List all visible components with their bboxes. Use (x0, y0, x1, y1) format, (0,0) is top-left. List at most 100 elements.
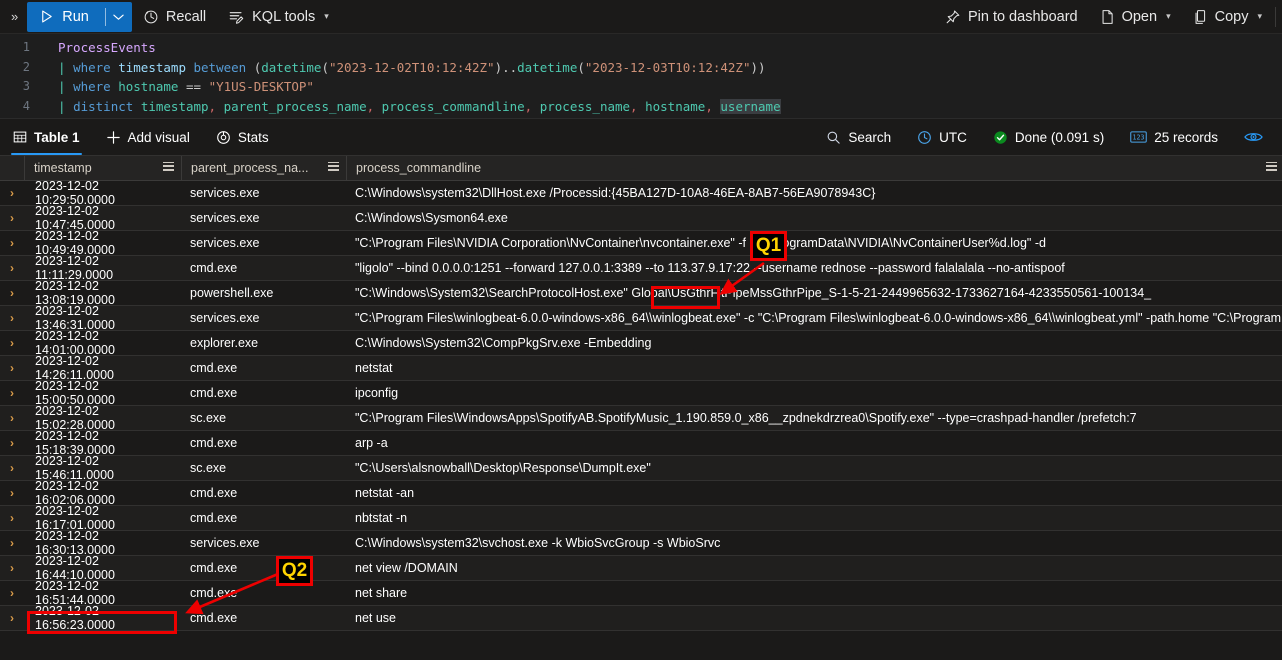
row-expander[interactable]: › (0, 486, 24, 500)
open-button[interactable]: Open ▾ (1089, 2, 1182, 32)
column-header-cmdline-label: process_commandline (356, 161, 482, 175)
cell-process-commandline[interactable]: "C:\Program Files\NVIDIA Corporation\NvC… (346, 236, 1282, 250)
row-expander[interactable]: › (0, 436, 24, 450)
cell-timestamp[interactable]: 2023-12-02 16:56:23.0000 (24, 603, 181, 633)
row-expander[interactable]: › (0, 611, 24, 625)
column-header-parent-process-name[interactable]: parent_process_na... (181, 155, 346, 181)
row-expander[interactable]: › (0, 536, 24, 550)
row-expander[interactable]: › (0, 361, 24, 375)
table-row[interactable]: › 2023-12-02 16:02:06.0000 cmd.exe netstat … (0, 479, 1282, 507)
row-expander[interactable]: › (0, 186, 24, 200)
cell-parent-process-name[interactable]: powershell.exe (181, 286, 346, 300)
row-expander[interactable]: › (0, 511, 24, 525)
stats-button[interactable]: Stats (203, 119, 282, 155)
cell-process-commandline[interactable]: "C:\Users\alsnowball\Desktop\Response\Du… (346, 461, 1282, 475)
cell-parent-process-name[interactable]: cmd.exe (181, 561, 346, 575)
row-expander[interactable]: › (0, 311, 24, 325)
cell-parent-process-name[interactable]: cmd.exe (181, 436, 346, 450)
line-number: 3 (22, 79, 30, 93)
table-row[interactable]: › 2023-12-02 16:30:13.0000 services.exe C:\… (0, 529, 1282, 557)
cell-process-commandline[interactable]: C:\Windows\system32\svchost.exe -k WbioS… (346, 536, 1282, 550)
cell-parent-process-name[interactable]: cmd.exe (181, 261, 346, 275)
table-row[interactable]: › 2023-12-02 16:17:01.0000 cmd.exe nbtstat … (0, 504, 1282, 532)
table-row[interactable]: › 2023-12-02 16:56:23.0000 cmd.exe net use (0, 603, 1282, 633)
table-row[interactable]: › 2023-12-02 14:26:11.0000 cmd.exe netstat (0, 354, 1282, 382)
table-row[interactable]: › 2023-12-02 13:08:19.0000 powershell.exe "… (0, 279, 1282, 307)
cell-parent-process-name[interactable]: services.exe (181, 186, 346, 200)
chevron-double-right-icon[interactable]: » (0, 10, 27, 23)
column-menu-icon[interactable] (1266, 161, 1277, 173)
cell-parent-process-name[interactable]: cmd.exe (181, 386, 346, 400)
row-expander[interactable]: › (0, 211, 24, 225)
cell-process-commandline[interactable]: "C:\Windows\System32\SearchProtocolHost.… (346, 286, 1282, 300)
table-row[interactable]: › 2023-12-02 16:51:44.0000 cmd.exe net shar… (0, 579, 1282, 607)
kql-query-editor[interactable]: 1 ProcessEvents 2 | where timestamp betw… (0, 34, 1282, 119)
column-visibility-button[interactable] (1231, 119, 1276, 155)
column-header-timestamp[interactable]: timestamp (24, 155, 181, 181)
kql-tools-button[interactable]: KQL tools ▾ (217, 2, 340, 32)
chevron-right-icon: › (10, 436, 14, 450)
column-menu-icon[interactable] (328, 161, 339, 173)
row-expander[interactable]: › (0, 586, 24, 600)
table-row[interactable]: › 2023-12-02 14:01:00.0000 explorer.exe C:\… (0, 329, 1282, 357)
row-expander[interactable]: › (0, 336, 24, 350)
cell-parent-process-name[interactable]: cmd.exe (181, 611, 346, 625)
cell-process-commandline[interactable]: "ligolo" --bind 0.0.0.0:1251 --forward 1… (346, 261, 1282, 275)
table-row[interactable]: › 2023-12-02 15:02:28.0000 sc.exe "C:\Progr… (0, 404, 1282, 432)
cell-process-commandline[interactable]: arp -a (346, 436, 1282, 450)
run-dropdown-caret[interactable] (106, 2, 132, 32)
cell-parent-process-name[interactable]: cmd.exe (181, 361, 346, 375)
table-row[interactable]: › 2023-12-02 15:46:11.0000 sc.exe "C:\Users… (0, 454, 1282, 482)
search-button[interactable]: Search (813, 119, 904, 155)
pin-to-dashboard-button[interactable]: Pin to dashboard (934, 2, 1089, 32)
row-expander[interactable]: › (0, 236, 24, 250)
cell-parent-process-name[interactable]: sc.exe (181, 411, 346, 425)
row-expander[interactable]: › (0, 286, 24, 300)
cell-parent-process-name[interactable]: cmd.exe (181, 486, 346, 500)
row-expander[interactable]: › (0, 261, 24, 275)
cell-process-commandline[interactable]: net use (346, 611, 1282, 625)
cell-process-commandline[interactable]: C:\Windows\System32\CompPkgSrv.exe -Embe… (346, 336, 1282, 350)
eye-icon (1244, 133, 1263, 141)
copy-button[interactable]: Copy ▾ (1182, 2, 1273, 32)
cell-parent-process-name[interactable]: services.exe (181, 211, 346, 225)
cell-parent-process-name[interactable]: services.exe (181, 236, 346, 250)
table-row[interactable]: › 2023-12-02 15:18:39.0000 cmd.exe arp -a (0, 429, 1282, 457)
cell-process-commandline[interactable]: nbtstat -n (346, 511, 1282, 525)
add-visual-button[interactable]: Add visual (93, 119, 203, 155)
column-header-process-commandline[interactable]: process_commandline (346, 155, 1282, 181)
cell-process-commandline[interactable]: "C:\Program Files\winlogbeat-6.0.0-windo… (346, 311, 1282, 325)
timezone-button[interactable]: UTC (904, 119, 980, 155)
cell-parent-process-name[interactable]: services.exe (181, 311, 346, 325)
chevron-down-icon: ▾ (324, 11, 329, 21)
cell-parent-process-name[interactable]: explorer.exe (181, 336, 346, 350)
table-row[interactable]: › 2023-12-02 11:11:29.0000 cmd.exe "ligolo"… (0, 254, 1282, 282)
cell-process-commandline[interactable]: "C:\Program Files\WindowsApps\SpotifyAB.… (346, 411, 1282, 425)
cell-process-commandline[interactable]: C:\Windows\Sysmon64.exe (346, 211, 1282, 225)
run-button[interactable]: Run (27, 2, 105, 32)
table-row[interactable]: › 2023-12-02 15:00:50.0000 cmd.exe ipconfig (0, 379, 1282, 407)
cell-process-commandline[interactable]: netstat -an (346, 486, 1282, 500)
cell-process-commandline[interactable]: ipconfig (346, 386, 1282, 400)
row-expander[interactable]: › (0, 461, 24, 475)
cell-process-commandline[interactable]: netstat (346, 361, 1282, 375)
cell-process-commandline[interactable]: C:\Windows\system32\DllHost.exe /Process… (346, 186, 1282, 200)
column-menu-icon[interactable] (163, 161, 174, 173)
cell-parent-process-name[interactable]: sc.exe (181, 461, 346, 475)
table-row[interactable]: › 2023-12-02 10:49:49.0000 services.exe "C:… (0, 229, 1282, 257)
cell-process-commandline[interactable]: net view /DOMAIN (346, 561, 1282, 575)
row-expander[interactable]: › (0, 411, 24, 425)
table-row[interactable]: › 2023-12-02 16:44:10.0000 cmd.exe net view… (0, 554, 1282, 582)
row-expander[interactable]: › (0, 386, 24, 400)
table-row[interactable]: › 2023-12-02 10:47:45.0000 services.exe C:\… (0, 204, 1282, 232)
cell-parent-process-name[interactable]: cmd.exe (181, 586, 346, 600)
table-row[interactable]: › 2023-12-02 13:46:31.0000 services.exe "C:… (0, 304, 1282, 332)
row-expander[interactable]: › (0, 561, 24, 575)
tab-table-1[interactable]: Table 1 (0, 119, 93, 155)
cell-process-commandline[interactable]: net share (346, 586, 1282, 600)
table-row[interactable]: › 2023-12-02 10:29:50.0000 services.exe C:\… (0, 179, 1282, 207)
results-right-group: Search UTC Done (0.091 s) 123 25 records (813, 119, 1276, 155)
cell-parent-process-name[interactable]: services.exe (181, 536, 346, 550)
recall-button[interactable]: Recall (132, 2, 217, 32)
cell-parent-process-name[interactable]: cmd.exe (181, 511, 346, 525)
